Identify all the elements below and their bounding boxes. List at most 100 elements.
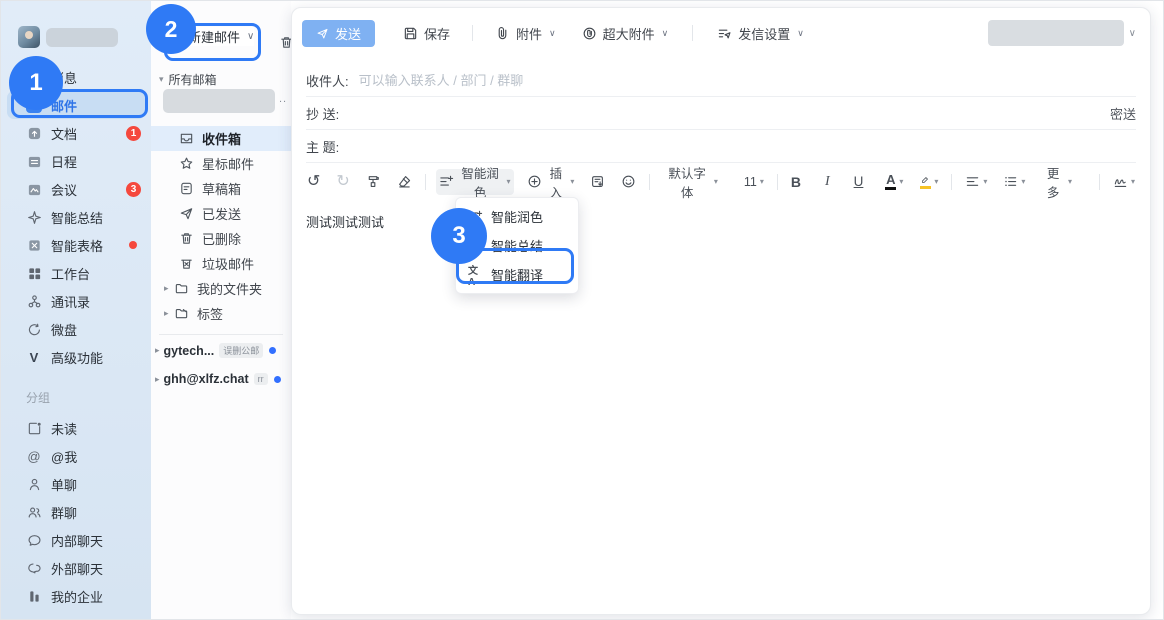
sidebar-item-label: 文档 (51, 124, 77, 143)
sidebar-item-label: @我 (51, 447, 77, 466)
org-chart-icon (26, 293, 42, 309)
bcc-link[interactable]: 密送 (1110, 104, 1136, 123)
account-ghh[interactable]: ▸ ghh@xlfz.chat rr (155, 372, 291, 386)
attachment-button[interactable]: 附件 ∨ (495, 24, 556, 43)
sidebar-item-at-me[interactable]: @ @我 (1, 442, 151, 470)
sidebar-item-drive[interactable]: 微盘 (1, 315, 151, 343)
folder-deleted[interactable]: 已删除 (151, 226, 291, 251)
sidebar-item-workbench[interactable]: 工作台 (1, 259, 151, 287)
triangle-right-icon[interactable]: ▸ (155, 374, 160, 385)
smart-table-icon (26, 237, 42, 253)
profile-name-redacted (46, 28, 118, 47)
redo-button[interactable]: ↻ (333, 169, 352, 195)
format-toolbar: ↺ ↻ 智能润色 ▾ 插入 ▾ 默认字体 ▾ 11 (292, 163, 1150, 200)
annotation-step-3: 3 (431, 208, 487, 264)
sidebar-item-internal-chat[interactable]: 内部聊天 (1, 526, 151, 554)
account-name-redacted[interactable] (163, 89, 275, 113)
sidebar-item-unread[interactable]: 未读 (1, 414, 151, 442)
save-button[interactable]: 保存 (403, 24, 450, 43)
sidebar-item-calendar[interactable]: 日程 (1, 147, 151, 175)
eraser-button[interactable] (394, 169, 415, 195)
triangle-right-icon[interactable]: ▸ (164, 308, 174, 319)
font-family-select[interactable]: 默认字体 ▾ (660, 169, 721, 195)
list-icon (1003, 174, 1018, 189)
sender-account-selector[interactable]: ∨ (988, 20, 1136, 46)
sidebar-item-ai-summary[interactable]: 智能总结 (1, 203, 151, 231)
folder-drafts[interactable]: 草稿箱 (151, 176, 291, 201)
more-button[interactable]: 更多 ▾ (1038, 169, 1075, 195)
format-painter-button[interactable] (363, 169, 384, 195)
to-input[interactable] (359, 73, 1136, 88)
sidebar-item-label: 微盘 (51, 320, 77, 339)
account-badge: rr (254, 373, 268, 385)
font-size-select[interactable]: 11 ▾ (741, 169, 767, 195)
sidebar-item-group-chat[interactable]: 群聊 (1, 498, 151, 526)
align-button[interactable]: ▾ (962, 169, 990, 195)
avatar[interactable] (18, 26, 40, 48)
group-section-label: 分组 (1, 371, 151, 414)
tag-folder-icon (174, 306, 189, 321)
divider (472, 25, 473, 41)
sidebar-item-meeting[interactable]: 会议 3 (1, 175, 151, 203)
folder-tags[interactable]: ▸ 标签 (151, 301, 291, 326)
junk-icon (179, 256, 194, 271)
folder-my-folders[interactable]: ▸ 我的文件夹 (151, 276, 291, 301)
message-body[interactable]: 测试测试测试 (292, 200, 1150, 243)
chevron-down-icon[interactable]: ∨ (247, 31, 254, 42)
paperclip-icon (495, 26, 510, 41)
bold-button[interactable]: B (788, 169, 804, 195)
draft-icon (179, 181, 194, 196)
sidebar-item-direct-chat[interactable]: 单聊 (1, 470, 151, 498)
sidebar-item-label: 未读 (51, 419, 77, 438)
triangle-right-icon[interactable]: ▸ (164, 283, 174, 294)
emoji-button[interactable] (618, 169, 639, 195)
account-ellipsis[interactable]: .. (279, 93, 287, 105)
cc-field-row: 抄 送: 密送 (306, 97, 1136, 130)
menu-item-ai-translate[interactable]: 文A 智能翻译 (456, 260, 578, 289)
send-button[interactable]: 发送 (302, 20, 375, 47)
drive-icon (26, 321, 42, 337)
underline-button[interactable]: U (851, 169, 867, 195)
sidebar-item-advanced[interactable]: V 高级功能 (1, 343, 151, 371)
folder-pane: 新建邮件 ∨ ▾ 所有邮箱 .. 收件箱 星标邮件 草稿箱 (151, 1, 291, 620)
triangle-right-icon[interactable]: ▸ (155, 345, 160, 356)
subject-input[interactable] (349, 139, 1136, 154)
divider (159, 334, 283, 335)
sidebar-item-label: 内部聊天 (51, 531, 103, 550)
folder-inbox[interactable]: 收件箱 (151, 126, 291, 151)
meeting-badge: 3 (126, 182, 141, 197)
insert-button[interactable]: 插入 ▾ (524, 169, 578, 195)
triangle-down-icon: ▾ (159, 74, 164, 85)
folder-starred[interactable]: 星标邮件 (151, 151, 291, 176)
sidebar-item-docs[interactable]: 文档 1 (1, 119, 151, 147)
italic-button[interactable]: I (822, 169, 833, 195)
large-attachment-button[interactable]: 超大附件 ∨ (582, 24, 669, 43)
signature-button[interactable]: ▾ (1110, 169, 1138, 195)
calendar-icon (26, 153, 42, 169)
list-button[interactable]: ▾ (1000, 169, 1028, 195)
sidebar-item-label: 高级功能 (51, 348, 103, 367)
ai-polish-button[interactable]: 智能润色 ▾ (436, 169, 514, 195)
undo-button[interactable]: ↺ (304, 169, 323, 195)
highlight-button[interactable]: ▾ (916, 169, 941, 195)
sidebar-item-smart-table[interactable]: 智能表格 (1, 231, 151, 259)
folder-icon (174, 281, 189, 296)
font-color-button[interactable]: A ▾ (882, 169, 906, 195)
caret-down-icon: ▾ (1021, 177, 1025, 186)
sidebar-item-contacts[interactable]: 通讯录 (1, 287, 151, 315)
sidebar-item-external-chat[interactable]: 外部聊天 (1, 554, 151, 582)
account-gytech[interactable]: ▸ gytech... 误删公邮 (155, 343, 291, 358)
send-settings-button[interactable]: 发信设置 ∨ (717, 24, 804, 43)
sidebar-item-my-company[interactable]: 我的企业 (1, 582, 151, 610)
sidebar-item-label: 外部聊天 (51, 559, 103, 578)
profile[interactable] (1, 1, 151, 48)
caret-down-icon: ▾ (934, 177, 938, 186)
folder-sent[interactable]: 已发送 (151, 201, 291, 226)
cc-input[interactable] (349, 106, 1110, 121)
highlighter-icon (919, 175, 931, 189)
folder-junk[interactable]: 垃圾邮件 (151, 251, 291, 276)
sidebar-item-label: 单聊 (51, 475, 77, 494)
all-mailboxes-header[interactable]: ▾ 所有邮箱 (159, 71, 217, 88)
template-button[interactable] (587, 169, 608, 195)
subject-field-row: 主 题: (306, 130, 1136, 163)
